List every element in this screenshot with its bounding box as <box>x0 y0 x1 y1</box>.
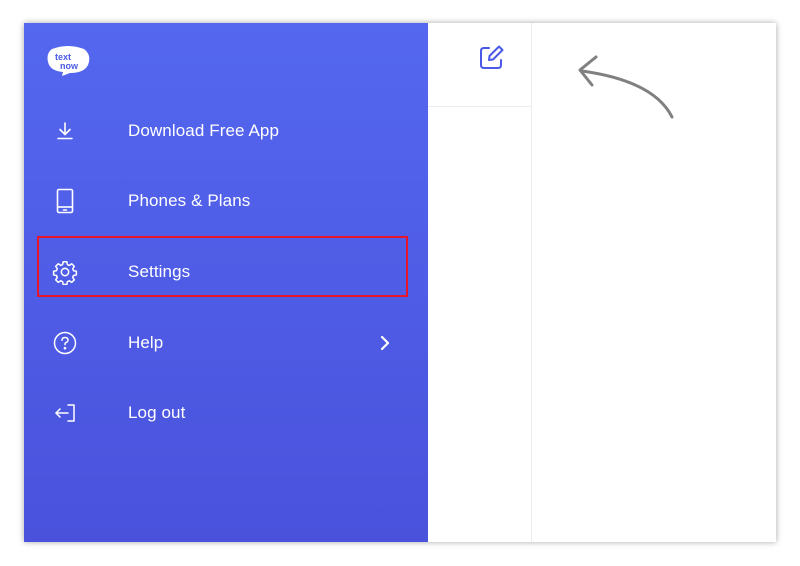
menu-item-label: Phones & Plans <box>128 191 251 210</box>
logout-icon <box>52 400 78 426</box>
navigation-drawer: text now Download Free App Phones & Plan… <box>24 23 428 542</box>
conversation-list-pane <box>428 23 532 542</box>
chevron-right-icon <box>380 335 390 351</box>
menu-item-label: Settings <box>128 262 191 281</box>
menu-item-settings[interactable]: Settings <box>24 242 428 302</box>
menu-item-label: Download Free App <box>128 121 280 140</box>
menu-item-help[interactable]: Help <box>24 313 428 373</box>
gear-icon <box>52 259 78 285</box>
compose-icon[interactable] <box>476 43 506 73</box>
menu-item-phones-plans[interactable]: Phones & Plans <box>24 171 428 231</box>
curved-arrow-icon <box>578 55 674 119</box>
textnow-logo-icon[interactable]: text now <box>44 45 92 77</box>
menu-item-log-out[interactable]: Log out <box>24 383 428 443</box>
conversation-list-header <box>428 23 531 107</box>
menu-item-label: Log out <box>128 403 186 422</box>
menu-item-label: Help <box>128 333 164 352</box>
logo-text-bottom: now <box>60 61 79 71</box>
app-window: text now Download Free App Phones & Plan… <box>24 23 776 542</box>
phone-icon <box>52 188 78 214</box>
menu-item-download-free-app[interactable]: Download Free App <box>24 101 428 161</box>
help-circle-icon <box>52 330 78 356</box>
download-icon <box>52 118 78 144</box>
